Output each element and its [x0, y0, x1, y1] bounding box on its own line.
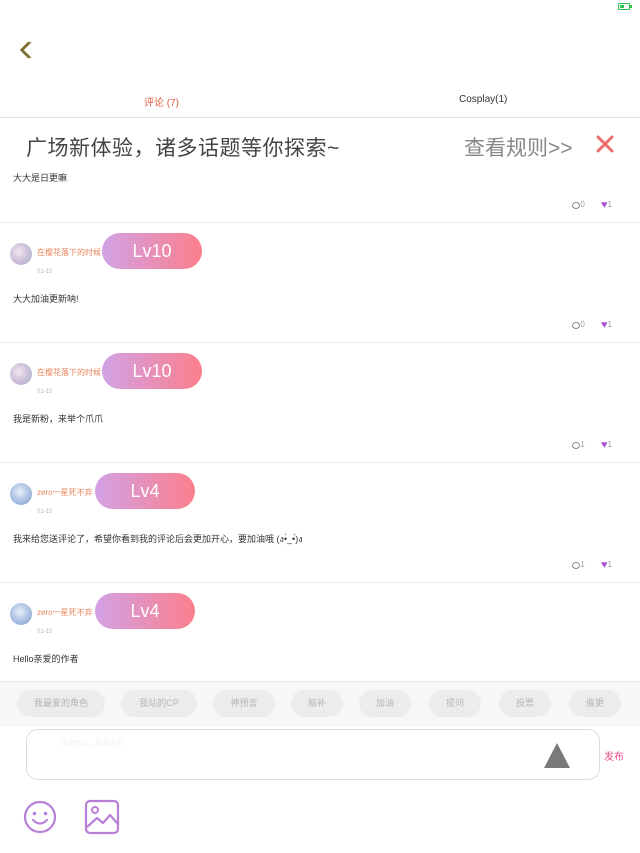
like-count: 1: [607, 560, 612, 570]
reply-count: 1: [580, 440, 585, 450]
emoji-button[interactable]: [22, 799, 58, 835]
tab-bar: 评论 (7) Cosplay(1): [0, 88, 640, 118]
comment-input[interactable]: 说点什么...发表评论: [26, 729, 600, 780]
reply-count: 0: [580, 200, 585, 210]
reply-count: 1: [580, 560, 585, 570]
comment-item: 在樱花落下的时候 Lv10 01-15 大大加油更新呐! 0 ♥1: [0, 223, 640, 343]
comment-actions: 0 ♥1: [558, 200, 612, 211]
topic-tag[interactable]: 脑补: [291, 690, 343, 717]
level-badge: Lv10: [102, 353, 202, 389]
comment-item: zero一星死不弃 Lv4 01-15 我来给您送评论了，希望你看到我的评论后会…: [0, 463, 640, 583]
comment-text: 大大是日更嘛: [13, 173, 68, 183]
comment-item: 大大是日更嘛 0 ♥1: [0, 171, 640, 223]
comment-feed[interactable]: 大大是日更嘛 0 ♥1 在樱花落下的时候 Lv10 01-15 大大加油更新呐!…: [0, 171, 640, 681]
username[interactable]: zero一星死不弃: [37, 607, 93, 618]
comment-date: 01-15: [37, 389, 53, 395]
view-rules-link[interactable]: 查看规则>>: [464, 132, 573, 162]
username[interactable]: zero一星死不弃: [37, 487, 93, 498]
comment-text: Hello亲爱的作者: [13, 654, 79, 664]
battery-icon: [618, 3, 632, 10]
like-button[interactable]: ♥1: [601, 320, 612, 331]
status-bar: [0, 0, 640, 14]
send-button[interactable]: [543, 741, 571, 769]
comment-item: zero一星死不弃 Lv4 01-15 Hello亲爱的作者: [0, 583, 640, 681]
comment-actions: 0 ♥1: [558, 320, 612, 331]
comment-date: 01-15: [37, 509, 53, 515]
close-banner-button[interactable]: [593, 132, 617, 156]
comment-actions: 1 ♥1: [558, 440, 612, 451]
reply-button[interactable]: 1: [572, 440, 585, 450]
comment-date: 01-15: [37, 269, 53, 275]
comment-date: 01-15: [37, 629, 53, 635]
topic-tag[interactable]: 投票: [499, 690, 551, 717]
topic-tag[interactable]: 催更: [569, 690, 621, 717]
topic-tag[interactable]: 神预言: [213, 690, 275, 717]
avatar[interactable]: [10, 483, 32, 505]
topic-tag[interactable]: 我站的CP: [121, 690, 197, 717]
like-count: 1: [607, 200, 612, 210]
comment-actions: 1 ♥1: [558, 560, 612, 571]
close-icon: [596, 135, 614, 153]
image-icon: [84, 799, 120, 835]
comment-input-placeholder: 说点什么...发表评论: [61, 740, 123, 747]
like-count: 1: [607, 440, 612, 450]
like-count: 1: [607, 320, 612, 330]
smiley-icon: [23, 800, 57, 834]
reply-button[interactable]: 0: [572, 200, 585, 210]
publish-button[interactable]: 发布: [604, 748, 624, 763]
avatar[interactable]: [10, 363, 32, 385]
comment-item: 在樱花落下的时候 Lv10 01-15 我是新粉，来举个爪爪 1 ♥1: [0, 343, 640, 463]
topic-tag[interactable]: 加油: [359, 690, 411, 717]
announcement-banner: 广场新体验，诸多话题等你探索~ 查看规则>>: [0, 119, 640, 171]
comment-text: 我是新粉，来举个爪爪: [13, 414, 104, 424]
like-button[interactable]: ♥1: [601, 440, 612, 451]
avatar[interactable]: [10, 243, 32, 265]
level-badge: Lv4: [95, 593, 195, 629]
level-badge: Lv4: [95, 473, 195, 509]
topic-tag[interactable]: 提问: [429, 690, 481, 717]
reply-button[interactable]: 1: [572, 560, 585, 570]
username[interactable]: 在樱花落下的时候: [37, 247, 101, 258]
like-button[interactable]: ♥1: [601, 200, 612, 211]
avatar[interactable]: [10, 603, 32, 625]
reply-count: 0: [580, 320, 585, 330]
comment-text: 大大加油更新呐!: [13, 294, 79, 304]
topic-tag-bar: 我最爱的角色 我站的CP 神预言 脑补 加油 提问 投票 催更: [0, 681, 640, 727]
image-button[interactable]: [84, 799, 120, 835]
level-badge: Lv10: [102, 233, 202, 269]
triangle-up-icon: [544, 743, 570, 768]
username[interactable]: 在樱花落下的时候: [37, 367, 101, 378]
tab-cosplay[interactable]: Cosplay(1): [459, 94, 507, 105]
banner-text: 广场新体验，诸多话题等你探索~: [26, 137, 340, 160]
back-button[interactable]: [14, 38, 38, 62]
chevron-left-icon: [19, 41, 32, 59]
reply-button[interactable]: 0: [572, 320, 585, 330]
tab-comments[interactable]: 评论 (7): [144, 94, 179, 109]
like-button[interactable]: ♥1: [601, 560, 612, 571]
comment-text: 我来给您送评论了，希望你看到我的评论后会更加开心，要加油哦 (ง•̀_•́)ง: [13, 534, 303, 544]
topic-tag[interactable]: 我最爱的角色: [17, 690, 105, 717]
